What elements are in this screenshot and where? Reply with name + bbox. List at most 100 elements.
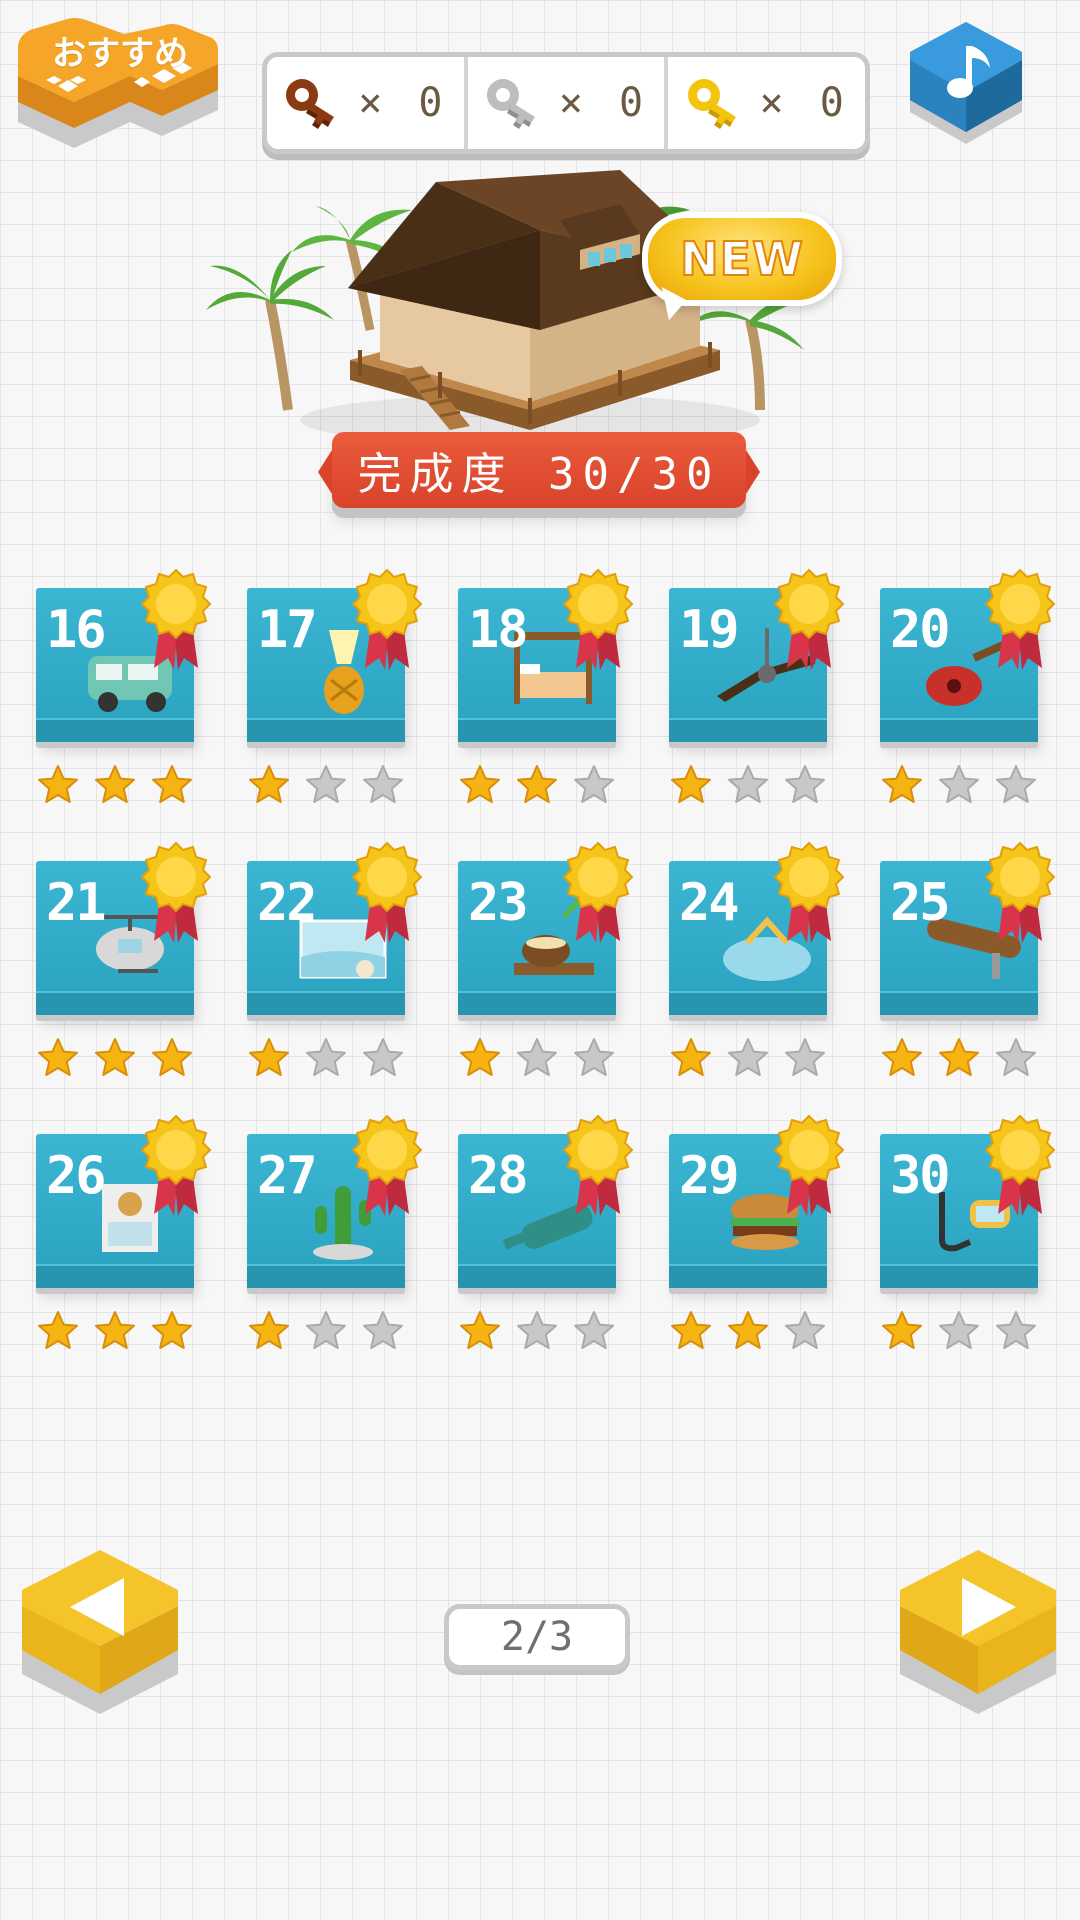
tile-base: [458, 718, 616, 742]
star-empty-icon: [994, 764, 1038, 810]
level-number: 22: [257, 873, 318, 933]
tile-base: [247, 1264, 405, 1288]
star-filled-icon: [150, 1310, 194, 1356]
level-tile-26[interactable]: 26: [36, 1114, 212, 1349]
level-number: 20: [890, 600, 951, 660]
star-empty-icon: [783, 764, 827, 810]
key-counter-silver: × 0: [468, 57, 669, 149]
completion-label: 完成度 30/30: [357, 449, 721, 500]
level-card: 30: [880, 1114, 1056, 1288]
level-number: 27: [257, 1146, 318, 1206]
gold-medal-icon: [345, 566, 429, 670]
star-filled-icon: [515, 764, 559, 810]
star-filled-icon: [726, 1310, 770, 1356]
star-filled-icon: [247, 1037, 291, 1083]
gold-medal-icon: [767, 839, 851, 943]
gold-medal-icon: [345, 1112, 429, 1216]
level-tile-30[interactable]: 30: [880, 1114, 1056, 1349]
level-card: 18: [458, 568, 634, 742]
star-rating: [669, 764, 827, 810]
tile-base: [880, 1264, 1038, 1288]
level-tile-29[interactable]: 29: [669, 1114, 845, 1349]
tile-base: [458, 1264, 616, 1288]
level-tile-20[interactable]: 20: [880, 568, 1056, 803]
level-tile-27[interactable]: 27: [247, 1114, 423, 1349]
level-card: 21: [36, 841, 212, 1015]
level-number: 24: [679, 873, 740, 933]
star-filled-icon: [458, 1310, 502, 1356]
key-counter-bronze: × 0: [267, 57, 468, 149]
level-tile-23[interactable]: 23: [458, 841, 634, 1076]
star-filled-icon: [669, 1310, 713, 1356]
star-rating: [36, 1037, 194, 1083]
level-tile-28[interactable]: 28: [458, 1114, 634, 1349]
level-card: 29: [669, 1114, 845, 1288]
level-card: 25: [880, 841, 1056, 1015]
tile-base: [669, 991, 827, 1015]
silver-key-icon: [486, 79, 535, 129]
level-card: 27: [247, 1114, 423, 1288]
gold-medal-icon: [556, 839, 640, 943]
star-empty-icon: [572, 1310, 616, 1356]
star-filled-icon: [93, 1310, 137, 1356]
level-card: 23: [458, 841, 634, 1015]
level-tile-25[interactable]: 25: [880, 841, 1056, 1076]
page-indicator: 2/3: [444, 1604, 630, 1670]
next-page-button[interactable]: [896, 1546, 1062, 1726]
star-filled-icon: [93, 764, 137, 810]
star-empty-icon: [361, 764, 405, 810]
level-tile-18[interactable]: 18: [458, 568, 634, 803]
gold-key-icon: [687, 79, 736, 129]
star-empty-icon: [361, 1310, 405, 1356]
tile-base: [669, 1264, 827, 1288]
star-empty-icon: [783, 1037, 827, 1083]
star-filled-icon: [150, 1037, 194, 1083]
level-tile-17[interactable]: 17: [247, 568, 423, 803]
star-filled-icon: [247, 1310, 291, 1356]
star-empty-icon: [572, 1037, 616, 1083]
tile-base: [880, 991, 1038, 1015]
star-rating: [247, 1037, 405, 1083]
star-empty-icon: [726, 764, 770, 810]
star-empty-icon: [515, 1037, 559, 1083]
level-card: 28: [458, 1114, 634, 1288]
left-arrow-icon: [70, 1578, 124, 1636]
star-empty-icon: [304, 764, 348, 810]
star-empty-icon: [937, 1310, 981, 1356]
star-rating: [880, 1310, 1038, 1356]
level-tile-24[interactable]: 24: [669, 841, 845, 1076]
gold-key-count: × 0: [759, 80, 850, 126]
star-filled-icon: [880, 764, 924, 810]
gold-medal-icon: [134, 566, 218, 670]
level-number: 26: [46, 1146, 107, 1206]
gold-medal-icon: [767, 566, 851, 670]
gold-medal-icon: [556, 1112, 640, 1216]
level-tile-21[interactable]: 21: [36, 841, 212, 1076]
level-card: 19: [669, 568, 845, 742]
star-rating: [669, 1310, 827, 1356]
bronze-key-count: × 0: [358, 80, 449, 126]
recommend-button[interactable]: おすすめ: [12, 18, 224, 168]
gold-medal-icon: [978, 566, 1062, 670]
star-filled-icon: [36, 1037, 80, 1083]
star-rating: [880, 764, 1038, 810]
star-rating: [458, 1310, 616, 1356]
new-badge-label: NEW: [679, 231, 804, 287]
music-toggle-button[interactable]: [906, 20, 1036, 160]
star-filled-icon: [937, 1037, 981, 1083]
level-tile-16[interactable]: 16: [36, 568, 212, 803]
star-empty-icon: [304, 1310, 348, 1356]
level-number: 23: [468, 873, 529, 933]
level-card: 22: [247, 841, 423, 1015]
level-number: 17: [257, 600, 318, 660]
prev-page-button[interactable]: [18, 1546, 184, 1726]
gold-medal-icon: [978, 839, 1062, 943]
tile-base: [458, 991, 616, 1015]
level-tile-22[interactable]: 22: [247, 841, 423, 1076]
bronze-key-icon: [286, 79, 335, 129]
level-tile-19[interactable]: 19: [669, 568, 845, 803]
star-rating: [458, 764, 616, 810]
star-empty-icon: [572, 764, 616, 810]
tile-base: [669, 718, 827, 742]
star-filled-icon: [880, 1310, 924, 1356]
